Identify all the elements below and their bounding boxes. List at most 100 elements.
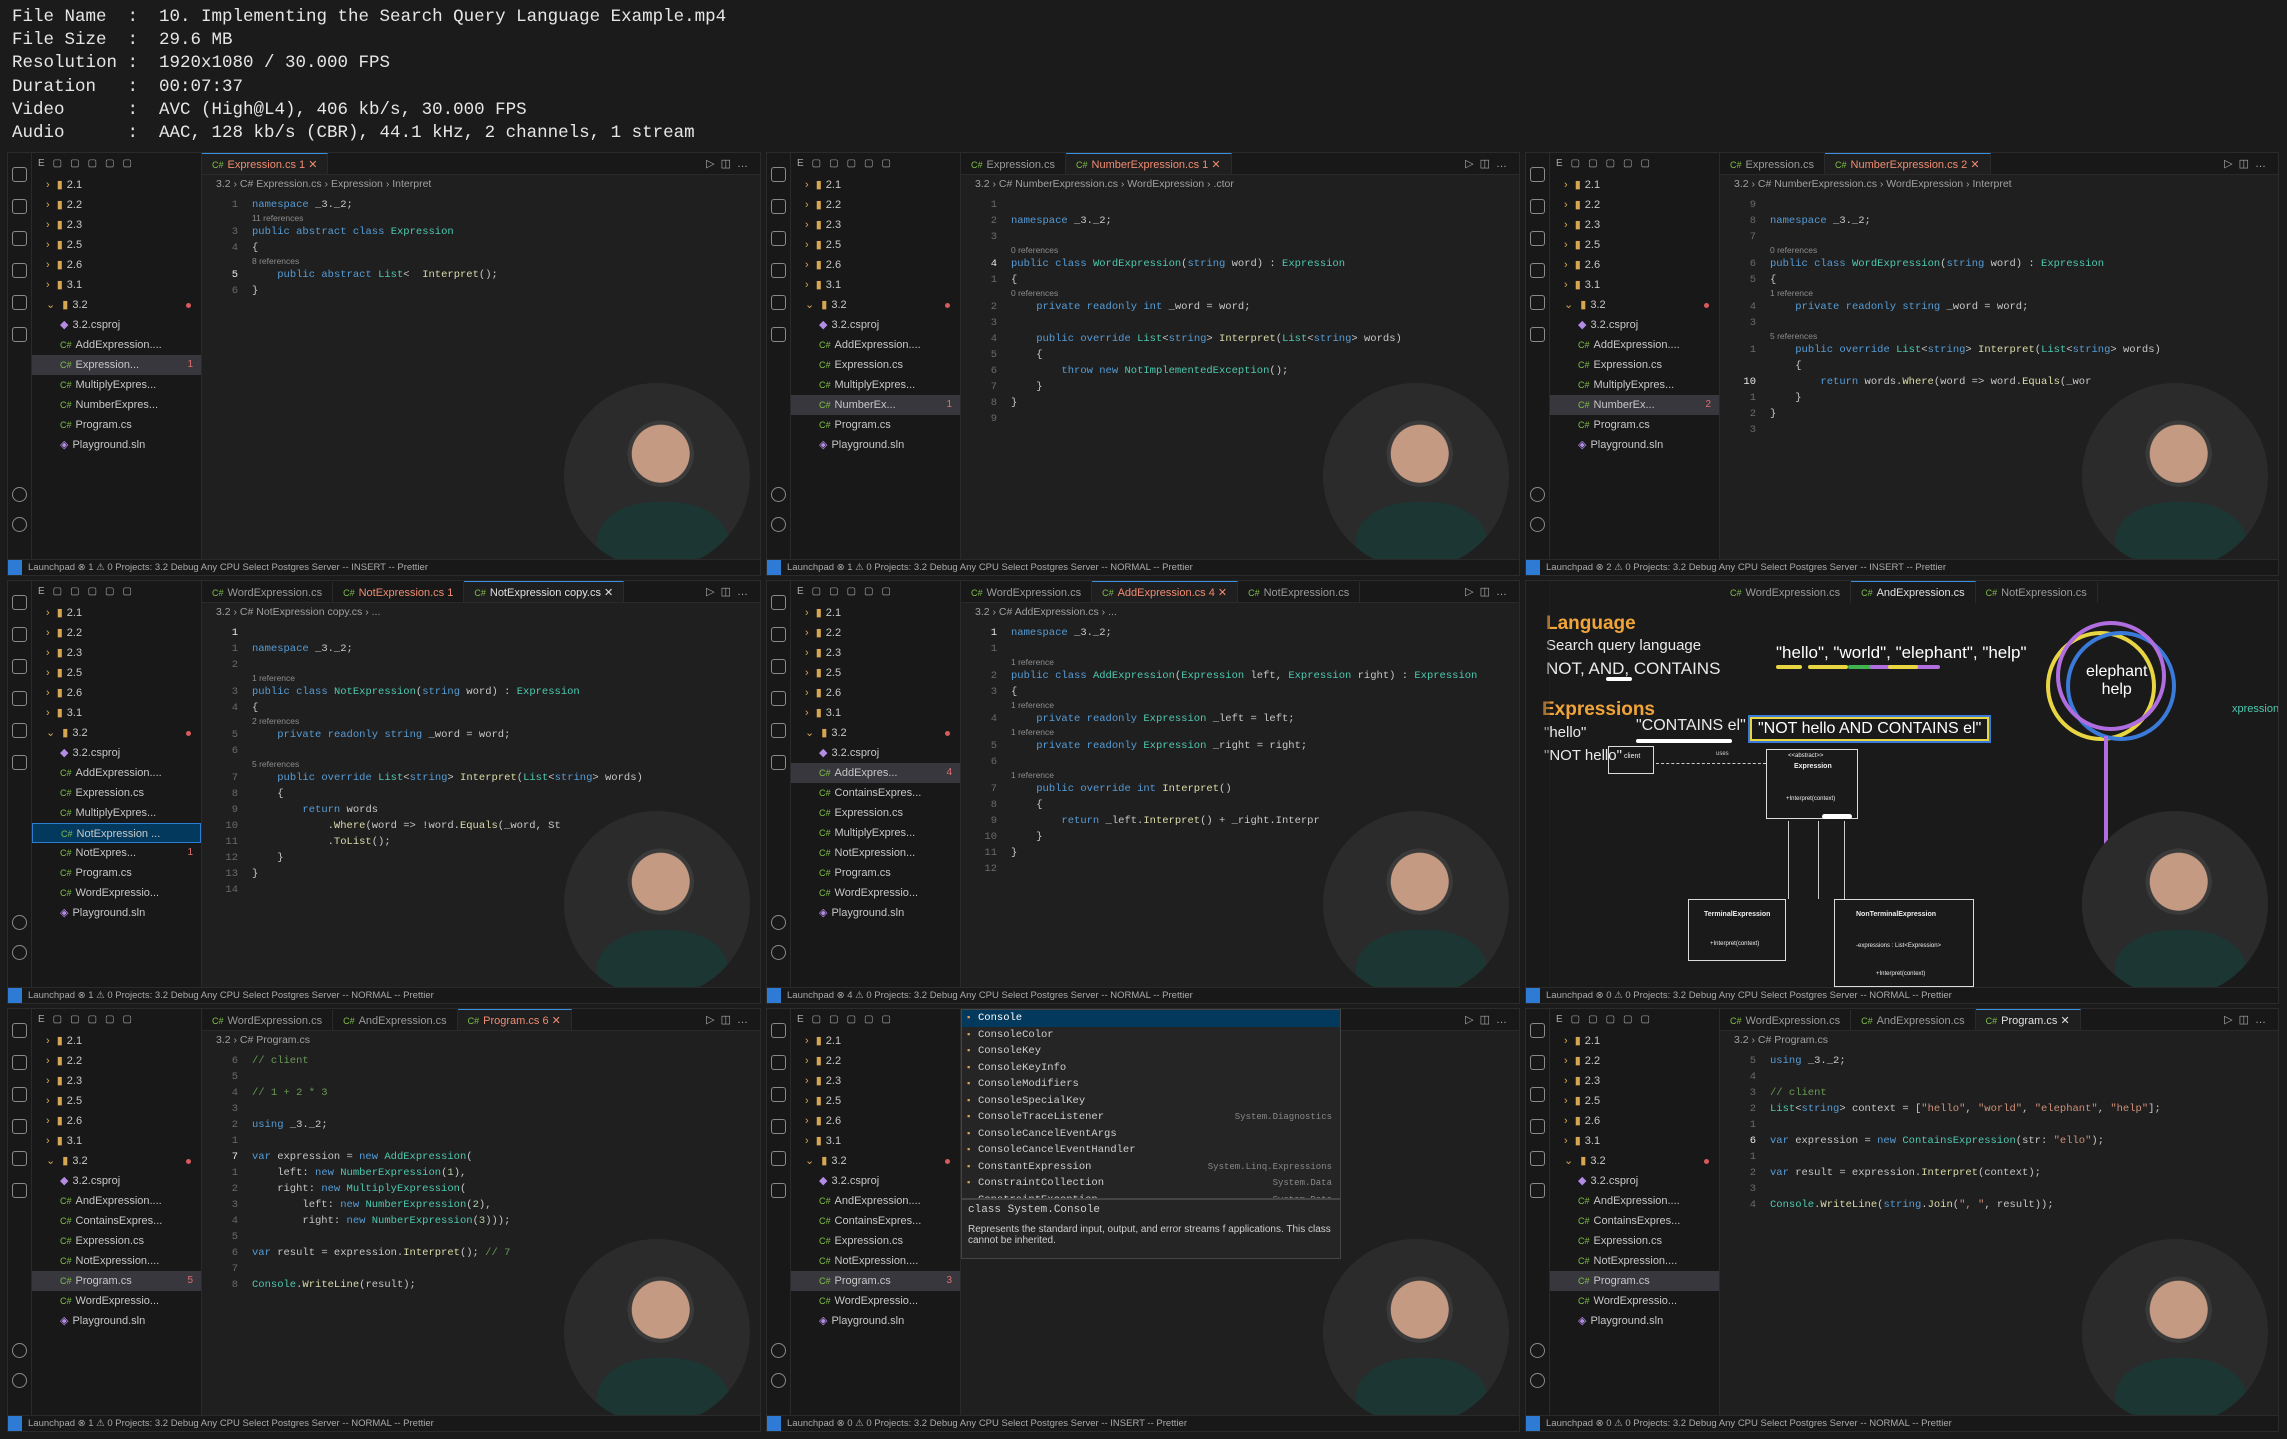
- explorer-item[interactable]: ◆ 3.2.csproj: [32, 1171, 201, 1191]
- explorer-item[interactable]: ◈ Playground.sln: [32, 435, 201, 455]
- extensions-icon[interactable]: [771, 755, 786, 770]
- explorer-item[interactable]: › ▮ 2.2: [32, 623, 201, 643]
- remote-indicator[interactable]: [8, 988, 22, 1003]
- explorer-item[interactable]: C# Expression.cs: [791, 1231, 960, 1251]
- remote-icon[interactable]: [771, 295, 786, 310]
- new-folder-icon[interactable]: ▢: [1588, 158, 1603, 169]
- run-icon[interactable]: ▷: [1465, 158, 1479, 170]
- settings-icon[interactable]: [12, 945, 27, 960]
- remote-icon[interactable]: [12, 1151, 27, 1166]
- remote-icon[interactable]: [12, 295, 27, 310]
- code-lens[interactable]: 2 references: [252, 715, 299, 727]
- extensions-icon[interactable]: [1530, 327, 1545, 342]
- code-lens[interactable]: 11 references: [252, 212, 303, 224]
- files-icon[interactable]: [12, 1023, 27, 1038]
- run-debug-icon[interactable]: [771, 1119, 786, 1134]
- collapse-icon[interactable]: ▢: [105, 158, 120, 169]
- explorer-item[interactable]: C# AddExpres... 4: [791, 763, 960, 783]
- autocomplete-item[interactable]: ▪ConstraintExceptionSystem.Data: [962, 1192, 1340, 1199]
- run-icon[interactable]: ▷: [2224, 158, 2238, 170]
- explorer-item[interactable]: C# Program.cs 3: [791, 1271, 960, 1291]
- explorer-item[interactable]: ⌄ ▮ 3.2: [1550, 1151, 1719, 1171]
- split-editor-icon[interactable]: ◫: [721, 1014, 737, 1026]
- new-file-icon[interactable]: ▢: [812, 1014, 827, 1025]
- explorer-item[interactable]: C# Expression.cs: [32, 783, 201, 803]
- explorer-item[interactable]: C# MultiplyExpres...: [32, 803, 201, 823]
- explorer-item[interactable]: ⌄ ▮ 3.2: [791, 1151, 960, 1171]
- explorer-item[interactable]: ⌄ ▮ 3.2: [32, 723, 201, 743]
- explorer-item[interactable]: › ▮ 3.1: [791, 1131, 960, 1151]
- code-lens[interactable]: 0 references: [1770, 244, 1817, 256]
- remote-icon[interactable]: [771, 1151, 786, 1166]
- explorer-item[interactable]: ⌄ ▮ 3.2: [791, 295, 960, 315]
- new-folder-icon[interactable]: ▢: [829, 586, 844, 597]
- remote-indicator[interactable]: [1526, 988, 1540, 1003]
- editor-tab[interactable]: C# Expression.cs: [1720, 154, 1825, 174]
- explorer-item[interactable]: C# MultiplyExpres...: [32, 375, 201, 395]
- autocomplete-item[interactable]: ▪ ConsoleKey: [962, 1043, 1340, 1060]
- explorer-item[interactable]: › ▮ 2.5: [791, 235, 960, 255]
- explorer-item[interactable]: › ▮ 2.2: [32, 1051, 201, 1071]
- explorer-item[interactable]: › ▮ 2.5: [32, 235, 201, 255]
- explorer-item[interactable]: ◈ Playground.sln: [32, 903, 201, 923]
- explorer-item[interactable]: C# Program.cs: [791, 863, 960, 883]
- code-lens[interactable]: 1 reference: [1011, 769, 1054, 781]
- editor-tab[interactable]: C# WordExpression.cs: [1720, 1010, 1852, 1030]
- settings-icon[interactable]: [771, 1373, 786, 1388]
- editor-tab[interactable]: C# NotExpression.cs: [1238, 582, 1361, 602]
- explorer-item[interactable]: C# Program.cs: [32, 415, 201, 435]
- explorer-item[interactable]: › ▮ 2.2: [1550, 1051, 1719, 1071]
- autocomplete-item[interactable]: ▪ ConsoleColor: [962, 1027, 1340, 1044]
- explorer-item[interactable]: ◆ 3.2.csproj: [791, 315, 960, 335]
- new-folder-icon[interactable]: ▢: [829, 158, 844, 169]
- explorer-item[interactable]: › ▮ 3.1: [791, 275, 960, 295]
- explorer-item[interactable]: › ▮ 2.3: [791, 215, 960, 235]
- new-folder-icon[interactable]: ▢: [829, 1014, 844, 1025]
- extensions-icon[interactable]: [12, 1183, 27, 1198]
- explorer-item[interactable]: › ▮ 2.6: [32, 683, 201, 703]
- collapse-icon[interactable]: ▢: [105, 1014, 120, 1025]
- explorer-item[interactable]: C# NotExpres... 1: [32, 843, 201, 863]
- explorer-item[interactable]: › ▮ 2.5: [1550, 1091, 1719, 1111]
- explorer-item[interactable]: › ▮ 3.1: [32, 703, 201, 723]
- split-editor-icon[interactable]: ◫: [1480, 586, 1496, 598]
- files-icon[interactable]: [771, 167, 786, 182]
- explorer-item[interactable]: C# AddExpression....: [1550, 335, 1719, 355]
- explorer-item[interactable]: › ▮ 2.3: [32, 643, 201, 663]
- more-icon[interactable]: ▢: [881, 586, 896, 597]
- remote-indicator[interactable]: [767, 560, 781, 575]
- explorer-item[interactable]: › ▮ 2.1: [791, 175, 960, 195]
- code-lens[interactable]: 5 references: [1770, 330, 1817, 342]
- editor-tab[interactable]: C# AndExpression.cs: [333, 1010, 458, 1030]
- collapse-icon[interactable]: ▢: [864, 1014, 879, 1025]
- explorer-item[interactable]: › ▮ 2.1: [791, 603, 960, 623]
- autocomplete-item[interactable]: ▪ ConsoleTraceListener System.Diagnostics: [962, 1109, 1340, 1126]
- extensions-icon[interactable]: [771, 327, 786, 342]
- more-icon[interactable]: ▢: [122, 158, 137, 169]
- more-actions-icon[interactable]: …: [1496, 1014, 1513, 1026]
- explorer-item[interactable]: › ▮ 2.3: [791, 643, 960, 663]
- explorer-item[interactable]: › ▮ 2.1: [791, 1031, 960, 1051]
- more-icon[interactable]: ▢: [881, 158, 896, 169]
- source-control-icon[interactable]: [12, 659, 27, 674]
- explorer-item[interactable]: › ▮ 3.1: [791, 703, 960, 723]
- explorer-item[interactable]: C# WordExpressio...: [32, 1291, 201, 1311]
- explorer-item[interactable]: C# Expression.cs: [32, 1231, 201, 1251]
- editor-tab[interactable]: C# WordExpression.cs: [202, 1010, 334, 1030]
- new-folder-icon[interactable]: ▢: [70, 1014, 85, 1025]
- autocomplete-item[interactable]: ▪ ConsoleCancelEventHandler: [962, 1142, 1340, 1159]
- explorer-item[interactable]: › ▮ 2.6: [32, 255, 201, 275]
- run-debug-icon[interactable]: [771, 263, 786, 278]
- explorer-item[interactable]: C# NotExpression....: [32, 1251, 201, 1271]
- explorer-item[interactable]: › ▮ 2.5: [791, 1091, 960, 1111]
- explorer-item[interactable]: C# Expression.cs: [791, 803, 960, 823]
- editor-tab[interactable]: C# NotExpression.cs: [1976, 582, 2098, 603]
- account-icon[interactable]: [1530, 487, 1545, 502]
- editor-tab[interactable]: C# AndExpression.cs: [1851, 1010, 1976, 1030]
- close-icon[interactable]: ✕: [1967, 159, 1979, 171]
- explorer-item[interactable]: C# WordExpressio...: [32, 883, 201, 903]
- explorer-item[interactable]: C# NumberExpres...: [32, 395, 201, 415]
- editor-tab[interactable]: C# WordExpression.cs: [202, 582, 334, 602]
- search-icon[interactable]: [771, 199, 786, 214]
- settings-icon[interactable]: [771, 517, 786, 532]
